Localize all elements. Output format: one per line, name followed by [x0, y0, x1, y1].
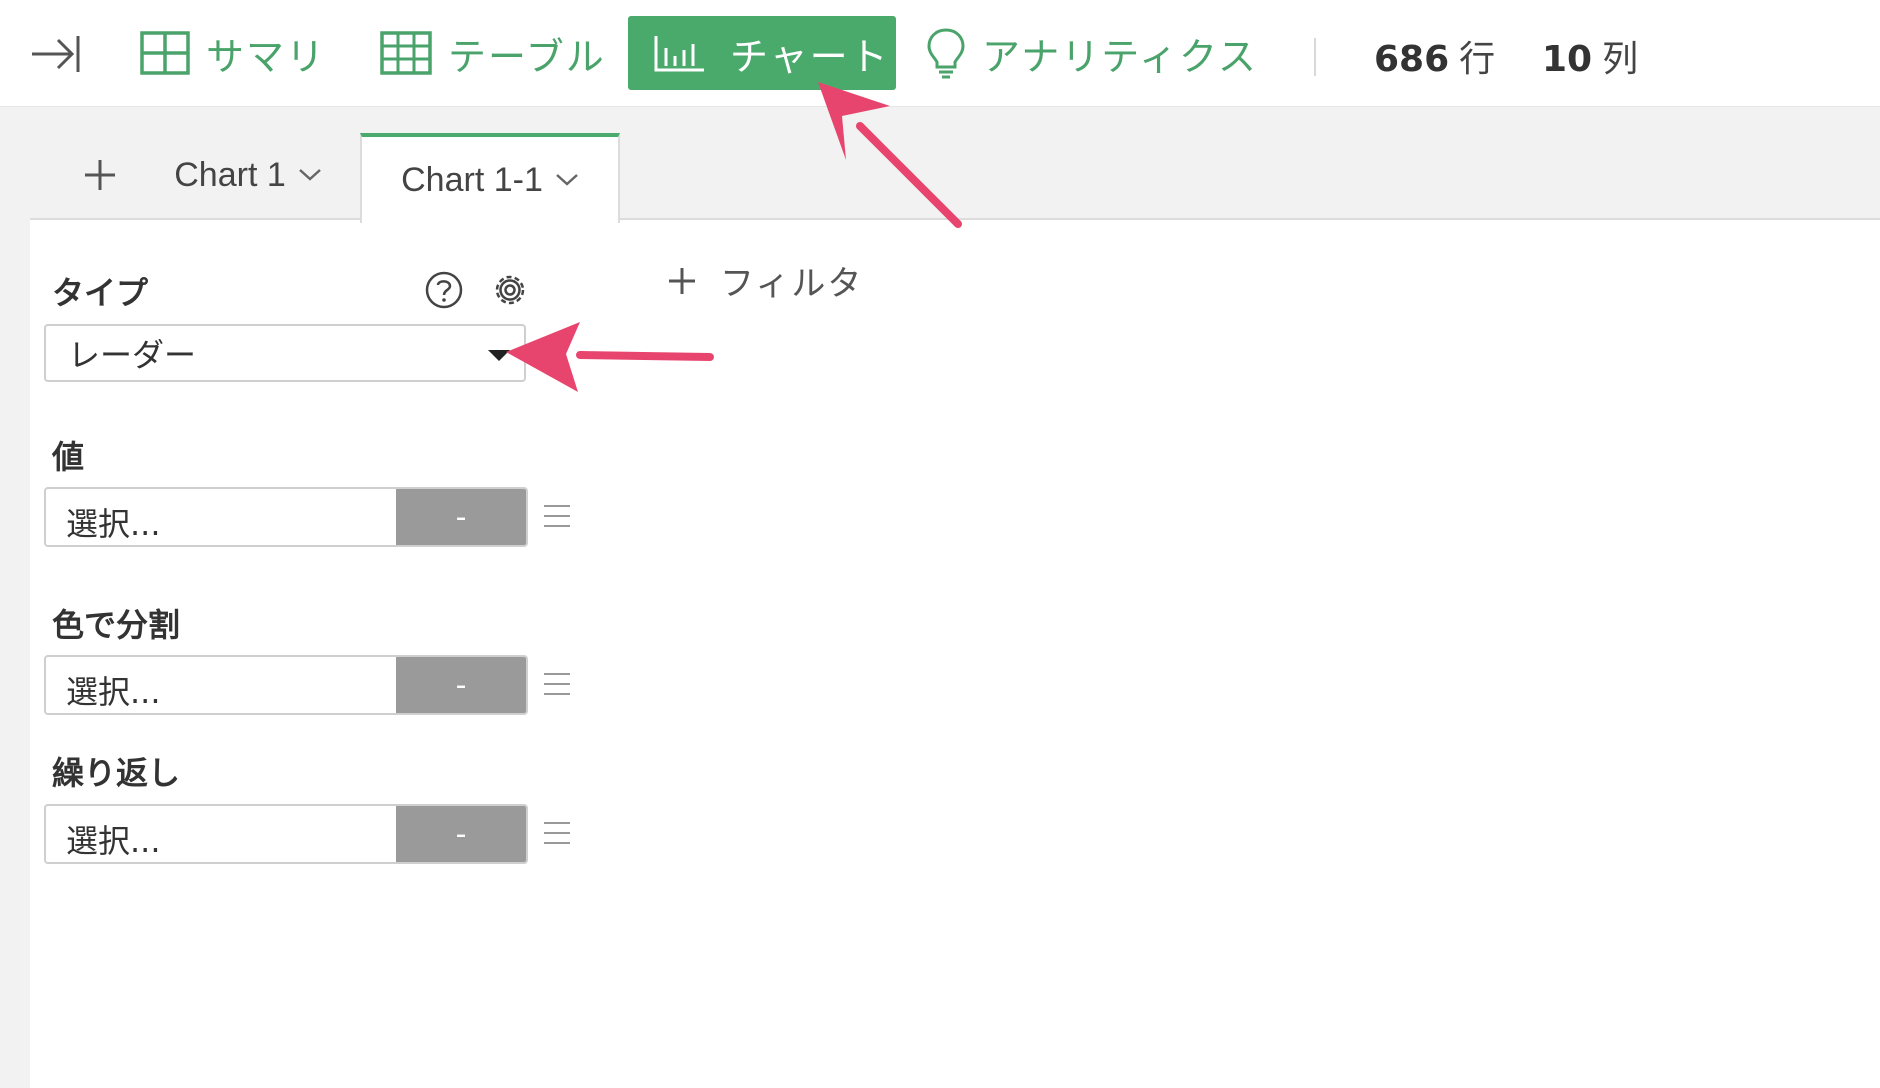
collapse-panel-icon[interactable]	[30, 32, 82, 76]
annotation-arrow-type	[506, 322, 714, 392]
column-count-unit: 列	[1602, 39, 1639, 80]
tab-chart-1-1[interactable]: Chart 1-1	[360, 133, 620, 223]
add-filter-button[interactable]: フィルタ	[666, 256, 863, 305]
column-count: 10 列	[1542, 30, 1638, 82]
tab-chart-1-1-label: Chart 1-1	[401, 160, 543, 199]
nav-summary[interactable]: サマリ	[140, 16, 326, 90]
nav-table-label: テーブル	[448, 34, 606, 79]
summary-grid-icon	[140, 31, 190, 75]
tab-chart-1-label: Chart 1	[174, 155, 286, 194]
drag-handle-icon[interactable]	[542, 502, 572, 530]
color-split-placeholder: 選択...	[66, 673, 161, 711]
value-aggregation-button[interactable]: -	[396, 489, 526, 545]
bar-chart-icon	[654, 36, 704, 72]
caret-down-icon	[488, 350, 510, 361]
value-field-select[interactable]: 選択... -	[44, 487, 528, 547]
nav-analytics-label: アナリティクス	[982, 34, 1258, 79]
repeat-placeholder: 選択...	[66, 822, 161, 860]
chart-tab-bar: Chart 1 Chart 1-1	[30, 107, 1880, 223]
row-count: 686 行	[1374, 30, 1495, 82]
nav-summary-label: サマリ	[206, 34, 327, 79]
add-filter-label: フィルタ	[720, 264, 864, 304]
chevron-down-icon	[298, 169, 321, 181]
tab-chart-1[interactable]: Chart 1	[138, 132, 358, 218]
chart-type-select[interactable]: レーダー	[44, 324, 526, 382]
nav-chart[interactable]: チャート	[628, 16, 896, 90]
plus-icon	[669, 267, 695, 294]
table-icon	[380, 31, 432, 75]
top-toolbar: サマリ テーブル チャート アナリティクス 686 行 10 列	[0, 0, 1880, 108]
color-split-aggregation-button[interactable]: -	[396, 657, 526, 713]
gear-icon[interactable]	[490, 270, 530, 310]
repeat-select[interactable]: 選択... -	[44, 804, 528, 864]
nav-chart-label: チャート	[730, 34, 890, 79]
nav-analytics[interactable]: アナリティクス	[926, 16, 1258, 90]
color-split-select[interactable]: 選択... -	[44, 655, 528, 715]
help-icon[interactable]	[424, 270, 464, 310]
column-count-value: 10	[1542, 39, 1593, 80]
toolbar-divider	[1314, 38, 1316, 76]
value-field-label: 値	[52, 438, 85, 476]
drag-handle-icon[interactable]	[542, 670, 572, 698]
chevron-down-icon	[556, 174, 578, 186]
left-gutter	[0, 107, 30, 1088]
lightbulb-icon	[927, 28, 965, 79]
repeat-aggregation-button[interactable]: -	[396, 806, 526, 862]
plus-icon	[85, 160, 115, 190]
chart-type-label: タイプ	[52, 274, 149, 312]
row-count-value: 686	[1374, 39, 1450, 80]
row-count-unit: 行	[1459, 39, 1496, 80]
repeat-label: 繰り返し	[52, 754, 181, 792]
nav-table[interactable]: テーブル	[380, 16, 606, 90]
chart-type-value: レーダー	[68, 336, 197, 374]
add-chart-tab-button[interactable]	[80, 155, 120, 195]
value-field-placeholder: 選択...	[66, 505, 161, 543]
color-split-label: 色で分割	[52, 606, 181, 644]
drag-handle-icon[interactable]	[542, 819, 572, 847]
